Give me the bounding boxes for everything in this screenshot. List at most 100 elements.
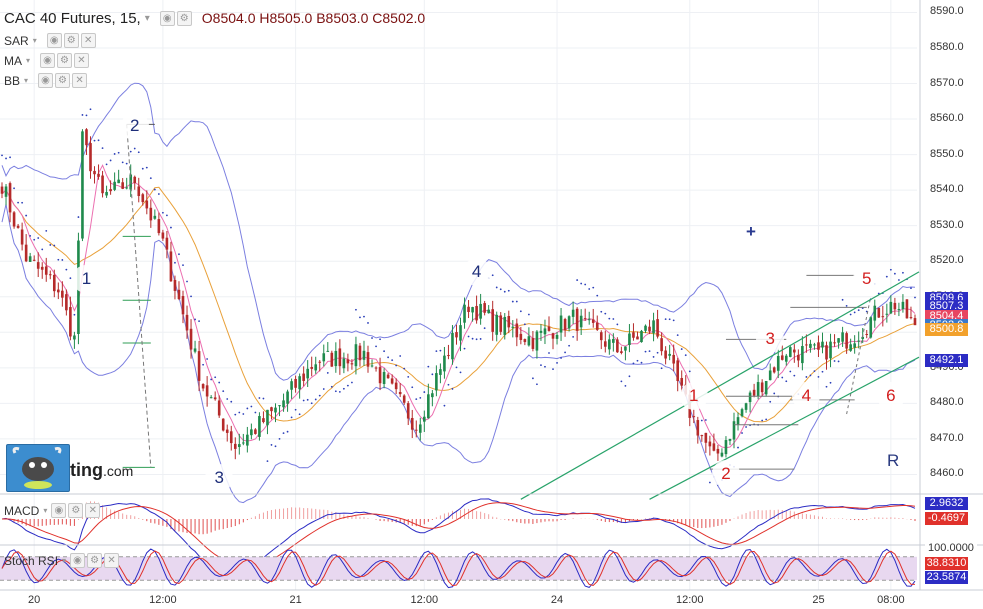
sar-dot (266, 460, 269, 463)
candle (624, 346, 627, 351)
candle (547, 326, 551, 331)
sar-dot (399, 355, 402, 357)
chevron-down-icon[interactable]: ▾ (24, 76, 34, 85)
candle (374, 367, 378, 369)
sar-dot (471, 337, 474, 340)
candle (141, 194, 145, 203)
candle (696, 420, 700, 436)
candle (181, 296, 185, 315)
candle (350, 363, 354, 365)
candle (290, 381, 293, 390)
close-icon[interactable]: ✕ (72, 73, 88, 88)
eye-icon[interactable]: ◉ (38, 73, 54, 88)
price-box: 8500.8 (925, 322, 968, 336)
interval-caret-icon[interactable]: ▾ (145, 13, 150, 24)
sar-dot (604, 312, 607, 315)
close-icon[interactable]: ✕ (104, 553, 120, 568)
sar-dot (523, 323, 526, 326)
sar-dot (676, 334, 679, 337)
sar-dot (620, 380, 623, 383)
candle (394, 382, 398, 390)
sar-dot (334, 390, 337, 393)
chevron-down-icon[interactable]: ▾ (43, 506, 47, 515)
candle (169, 251, 173, 282)
settings-icon[interactable]: ⚙ (87, 553, 103, 568)
settings-icon[interactable]: ⚙ (68, 503, 84, 518)
candle (784, 355, 788, 362)
candle (801, 346, 804, 364)
sar-dot (608, 317, 611, 320)
sar-dot (310, 402, 313, 405)
candle (531, 338, 535, 349)
sar-dot (427, 365, 430, 368)
sar-dot (318, 394, 321, 397)
sar-dot (600, 310, 603, 313)
candle (382, 371, 386, 384)
eye-icon[interactable]: ◉ (51, 503, 67, 518)
candle (901, 301, 905, 310)
sar-dot (540, 364, 542, 367)
candle (386, 374, 390, 379)
candle (664, 350, 667, 359)
candle (740, 409, 744, 417)
eye-icon[interactable]: ◉ (40, 53, 55, 68)
candle (286, 391, 289, 404)
candle (322, 353, 326, 362)
sar-dot (789, 370, 792, 373)
sar-dot (222, 390, 225, 393)
sar-dot (532, 377, 534, 380)
candle (809, 343, 812, 348)
sar-dot (89, 108, 92, 111)
close-icon[interactable]: ✕ (85, 503, 101, 518)
chevron-down-icon[interactable]: ▾ (33, 36, 43, 45)
sar-dot (507, 289, 510, 292)
candle (720, 452, 724, 457)
chevron-down-icon[interactable]: ▾ (26, 56, 36, 65)
price-box: 8492.1 (925, 353, 968, 367)
settings-icon[interactable]: ⚙ (55, 73, 71, 88)
candle (776, 355, 780, 371)
logo-word: ting (70, 460, 103, 480)
sar-dot (769, 400, 772, 403)
candle (346, 359, 350, 364)
candle (145, 200, 149, 209)
candle (515, 323, 519, 338)
eye-icon[interactable]: ◉ (46, 33, 62, 48)
indicator-sar[interactable]: SAR ▾ ◉ ⚙ ✕ (4, 33, 96, 48)
candle (225, 429, 229, 433)
sar-dot (793, 374, 796, 377)
eye-icon[interactable]: ◉ (70, 553, 86, 568)
settings-icon[interactable]: ⚙ (63, 33, 79, 48)
candle (837, 338, 840, 343)
sar-dot (342, 387, 345, 390)
symbol-title[interactable]: CAC 40 Futures, 15, (4, 10, 141, 27)
candle (294, 378, 297, 388)
candle (503, 316, 507, 335)
close-icon[interactable]: ✕ (80, 33, 96, 48)
sar-dot (745, 426, 747, 428)
settings-icon[interactable]: ⚙ (176, 10, 192, 26)
candle (805, 344, 808, 346)
indicator-bb[interactable]: BB ▾ ◉ ⚙ ✕ (4, 73, 88, 88)
candle (732, 421, 736, 440)
candle (748, 392, 752, 403)
chevron-down-icon[interactable]: ▾ (62, 556, 66, 565)
candle (435, 373, 438, 391)
close-icon[interactable]: ✕ (74, 53, 89, 68)
sar-dot (833, 360, 836, 362)
indicator-ma[interactable]: MA ▾ ◉ ⚙ ✕ (4, 53, 89, 68)
candle (242, 442, 245, 444)
candle (724, 440, 728, 455)
eye-icon[interactable]: ◉ (159, 10, 175, 26)
sar-dot (688, 370, 691, 373)
settings-icon[interactable]: ⚙ (57, 53, 72, 68)
sar-dot (242, 413, 245, 415)
indicator-bb-label: BB (4, 73, 21, 88)
wave-label-blue: 4 (462, 257, 491, 286)
sar-dot (298, 413, 301, 416)
crosshair-plus: + (746, 222, 756, 241)
macd-legend[interactable]: MACD ▾ ◉ ⚙ ✕ (4, 503, 101, 518)
sar-dot (821, 370, 824, 373)
rsi-legend[interactable]: Stoch RSI ▾ ◉ ⚙ ✕ (4, 553, 120, 568)
candle (587, 319, 591, 321)
